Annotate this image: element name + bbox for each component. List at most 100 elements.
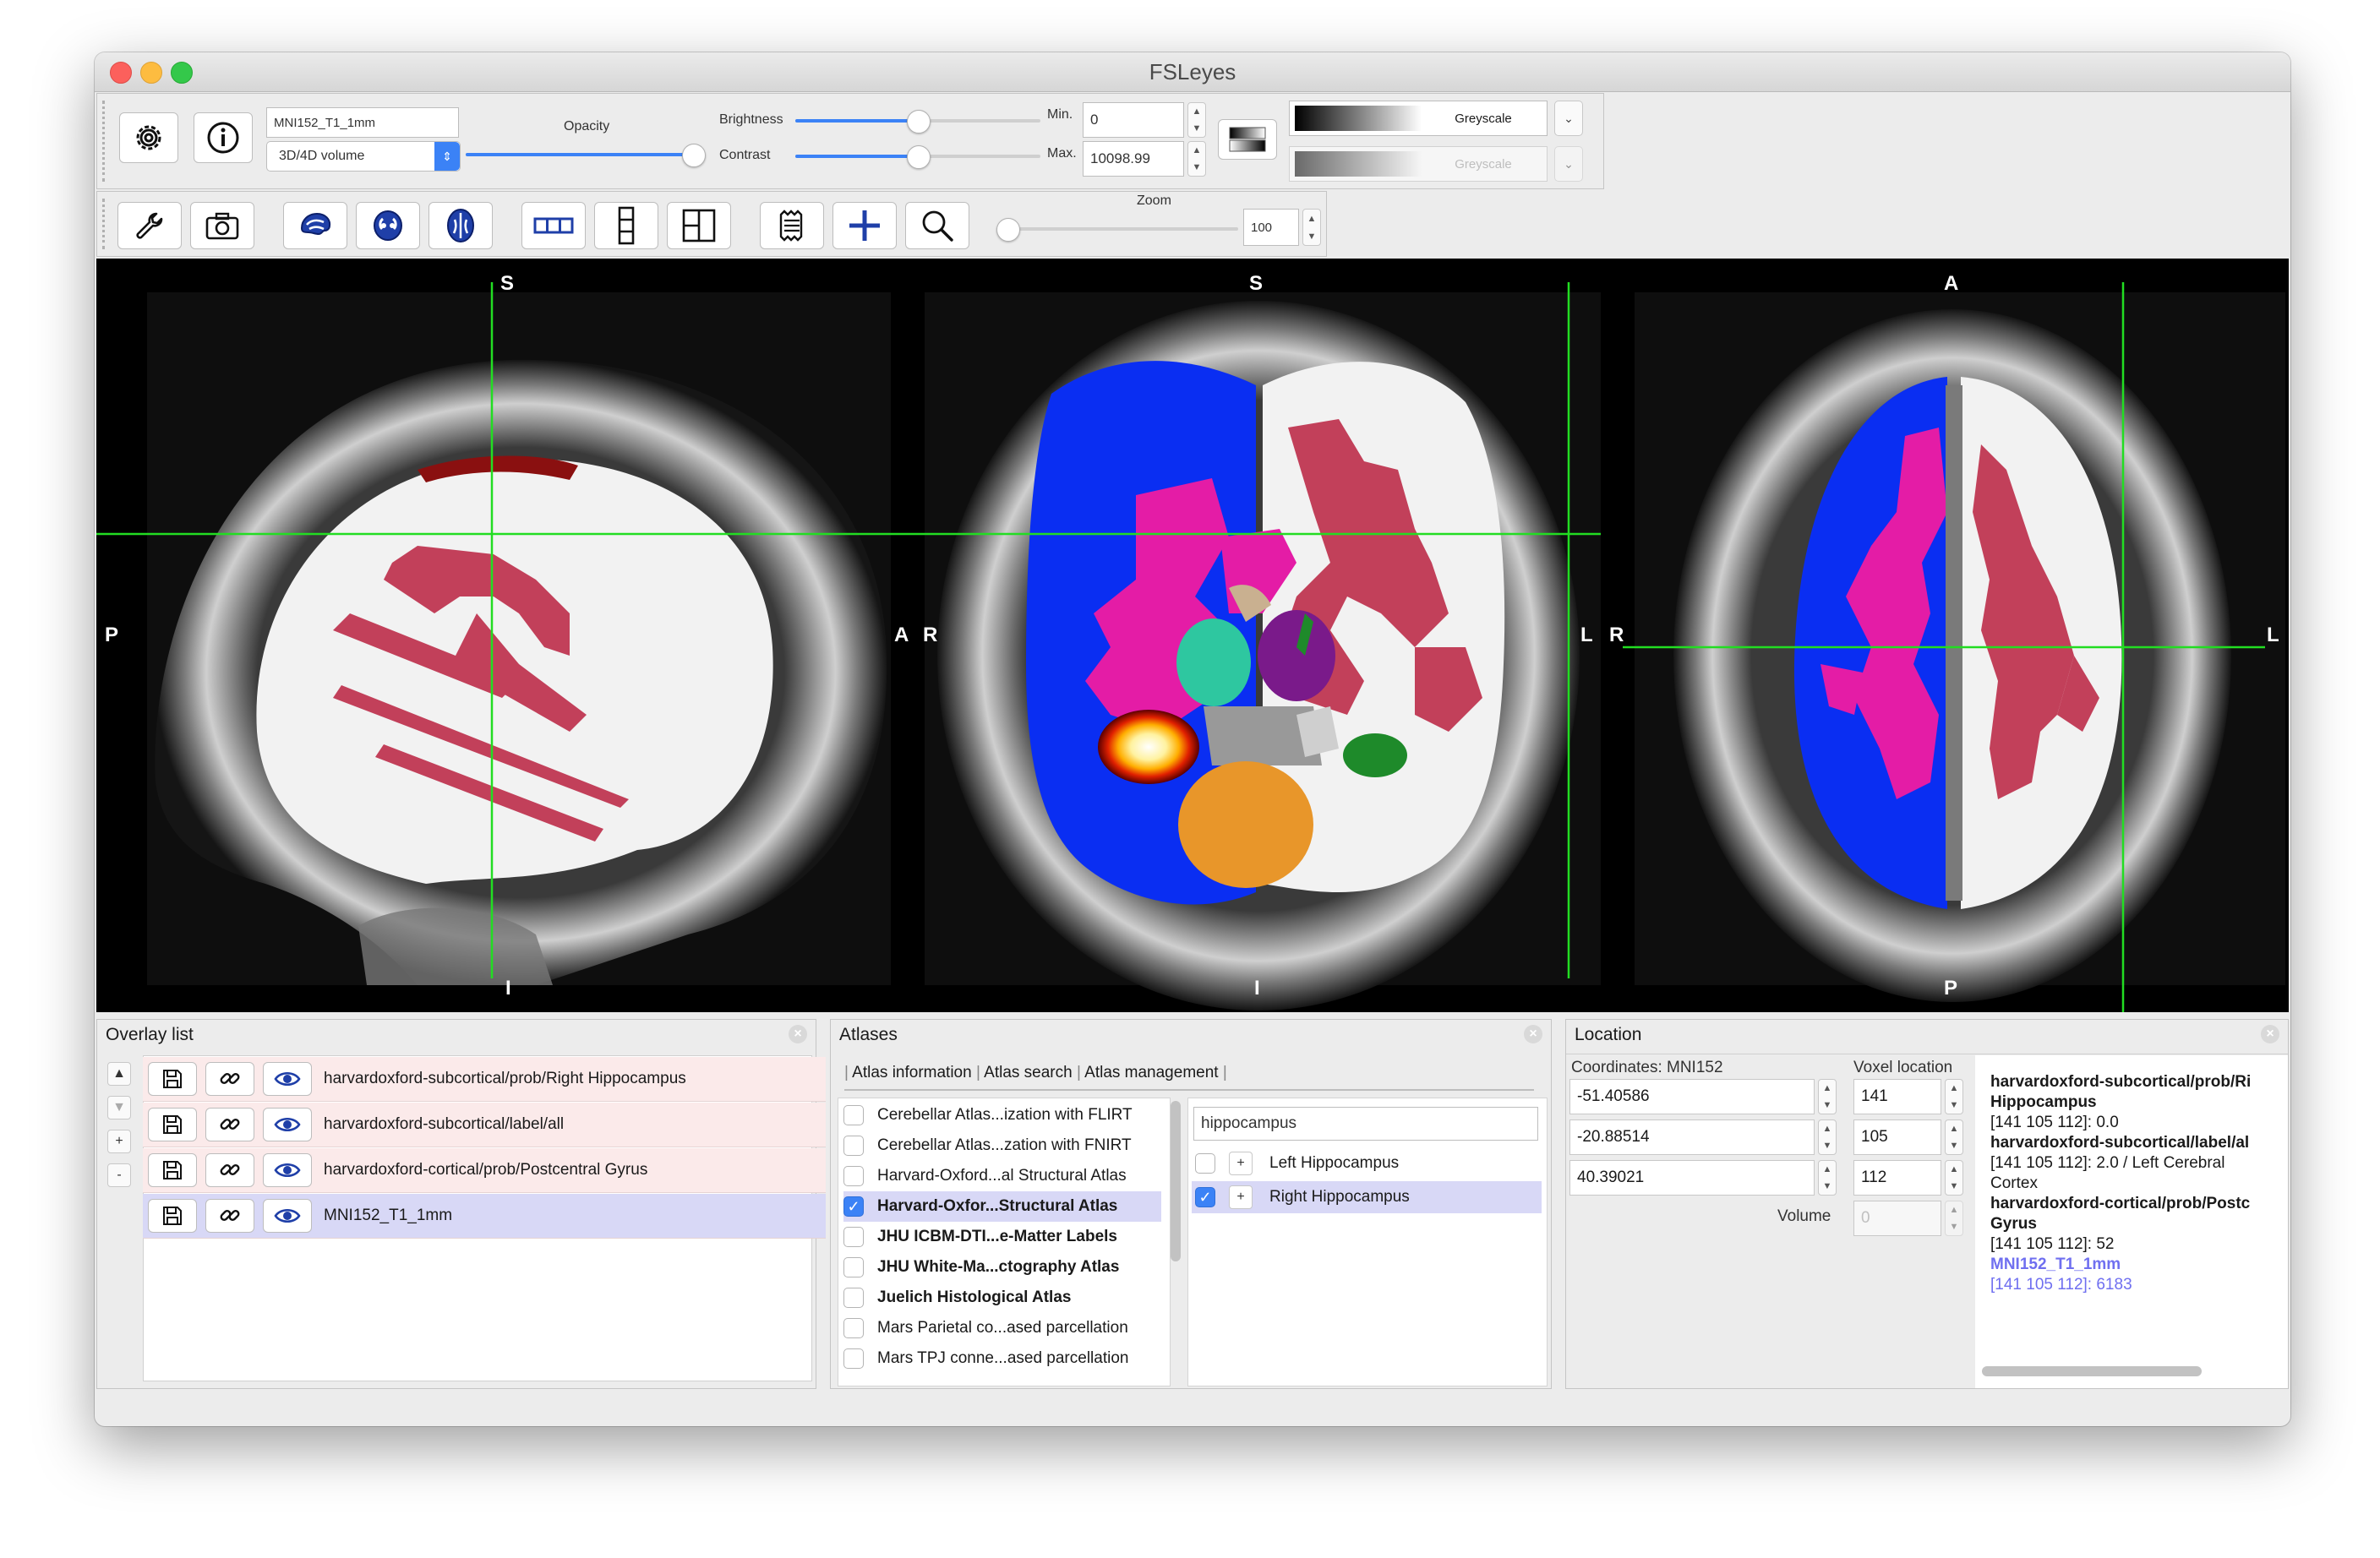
atlas-checkbox[interactable]	[843, 1105, 864, 1125]
zoom-button[interactable]	[905, 202, 969, 249]
close-icon[interactable]: ×	[789, 1025, 807, 1043]
tab-atlas-management[interactable]: Atlas management	[1084, 1064, 1218, 1081]
atlas-checkbox[interactable]: ✓	[843, 1196, 864, 1217]
zoom-slider-knob[interactable]	[996, 218, 1020, 242]
toolbar-grip[interactable]	[102, 101, 107, 182]
coordinate-z-stepper[interactable]: ▲ ▼	[1818, 1160, 1837, 1196]
grid-layout-button[interactable]	[667, 202, 731, 249]
region-search-input[interactable]: hippocampus	[1193, 1107, 1538, 1141]
save-overlay-button[interactable]	[148, 1062, 197, 1096]
ortho-canvas[interactable]	[96, 259, 2289, 1012]
toggle-visibility-button[interactable]	[263, 1062, 312, 1096]
link-overlay-button[interactable]	[205, 1062, 254, 1096]
region-checkbox[interactable]	[1195, 1153, 1215, 1174]
volume-field[interactable]: 0	[1853, 1201, 1941, 1236]
toggle-cursor-button[interactable]	[832, 202, 897, 249]
toggle-axial-button[interactable]	[429, 202, 493, 249]
horizontal-layout-button[interactable]	[521, 202, 586, 249]
overlay-list-item[interactable]: harvardoxford-subcortical/label/all	[143, 1103, 826, 1147]
view-settings-button[interactable]	[117, 202, 182, 249]
tab-atlas-search[interactable]: Atlas search	[984, 1064, 1073, 1081]
brightness-slider-knob[interactable]	[907, 110, 931, 133]
region-list-item[interactable]: + Left Hippocampus	[1192, 1147, 1542, 1179]
voxel-z-stepper[interactable]: ▲ ▼	[1945, 1160, 1963, 1196]
toggle-sagittal-button[interactable]	[283, 202, 347, 249]
vertical-layout-button[interactable]	[594, 202, 658, 249]
close-icon[interactable]: ×	[1524, 1025, 1542, 1043]
atlas-checkbox[interactable]	[843, 1288, 864, 1308]
voxel-z-field[interactable]: 112	[1853, 1160, 1941, 1196]
settings-button[interactable]	[119, 112, 178, 163]
link-overlay-button[interactable]	[205, 1108, 254, 1141]
atlas-checkbox[interactable]	[843, 1348, 864, 1369]
max-value-stepper[interactable]: ▲ ▼	[1187, 141, 1206, 177]
overlay-list-item[interactable]: harvardoxford-subcortical/prob/Right Hip…	[143, 1057, 826, 1102]
overlay-name-field[interactable]: MNI152_T1_1mm	[266, 107, 459, 138]
contrast-slider-knob[interactable]	[907, 145, 931, 169]
atlas-list-item[interactable]: JHU White-Ma...ctography Atlas	[843, 1252, 1161, 1283]
brightness-slider[interactable]	[795, 110, 1040, 133]
invert-colormap-button[interactable]	[1218, 119, 1277, 160]
voxel-y-stepper[interactable]: ▲ ▼	[1945, 1119, 1963, 1155]
screenshot-button[interactable]	[190, 202, 254, 249]
add-region-button[interactable]: +	[1229, 1152, 1253, 1175]
coordinate-x-field[interactable]: -51.40586	[1569, 1079, 1815, 1114]
opacity-slider[interactable]	[466, 144, 706, 167]
atlas-list-item[interactable]: Mars TPJ conne...ased parcellation	[843, 1343, 1161, 1374]
max-value-field[interactable]: 10098.99	[1083, 141, 1184, 177]
overlay-list-item[interactable]: harvardoxford-cortical/prob/Postcentral …	[143, 1148, 826, 1193]
coordinate-y-stepper[interactable]: ▲ ▼	[1818, 1119, 1837, 1155]
negative-colormap-dropdown-button[interactable]: ⌄	[1554, 146, 1583, 182]
min-value-field[interactable]: 0	[1083, 102, 1184, 138]
atlas-list-item[interactable]: Cerebellar Atlas...zation with FNIRT	[843, 1130, 1161, 1161]
coordinate-z-field[interactable]: 40.39021	[1569, 1160, 1815, 1196]
ortho-viewer[interactable]: S I P A S I R L A P R L	[96, 259, 2289, 1012]
info-button[interactable]	[194, 112, 253, 163]
overlay-list-item[interactable]: MNI152_T1_1mm	[143, 1194, 826, 1239]
zoom-value-stepper[interactable]: ▲ ▼	[1302, 209, 1321, 246]
toggle-visibility-button[interactable]	[263, 1108, 312, 1141]
zoom-slider[interactable]	[996, 218, 1238, 242]
coordinate-y-field[interactable]: -20.88514	[1569, 1119, 1815, 1155]
atlas-list-item[interactable]: Juelich Histological Atlas	[843, 1283, 1161, 1313]
voxel-y-field[interactable]: 105	[1853, 1119, 1941, 1155]
coordinate-x-stepper[interactable]: ▲ ▼	[1818, 1079, 1837, 1114]
atlas-checkbox[interactable]	[843, 1257, 864, 1277]
atlas-list-item[interactable]: JHU ICBM-DTI...e-Matter Labels	[843, 1222, 1161, 1252]
atlas-checkbox[interactable]	[843, 1227, 864, 1247]
voxel-x-stepper[interactable]: ▲ ▼	[1945, 1079, 1963, 1114]
atlas-checkbox[interactable]	[843, 1136, 864, 1156]
contrast-slider[interactable]	[795, 145, 1040, 169]
volume-type-select[interactable]: 3D/4D volume ⇕	[266, 141, 461, 172]
zoom-value-field[interactable]: 100	[1243, 209, 1299, 246]
info-horizontal-scrollbar[interactable]	[1982, 1366, 2202, 1376]
atlas-checkbox[interactable]	[843, 1166, 864, 1186]
colormap-select[interactable]: Greyscale	[1289, 101, 1548, 136]
sagittal-view[interactable]	[147, 292, 891, 985]
add-overlay-button[interactable]: +	[107, 1130, 131, 1153]
toggle-visibility-button[interactable]	[263, 1153, 312, 1187]
toggle-visibility-button[interactable]	[263, 1199, 312, 1233]
negative-colormap-select[interactable]: Greyscale	[1289, 146, 1548, 182]
add-region-button[interactable]: +	[1229, 1185, 1253, 1209]
link-overlay-button[interactable]	[205, 1199, 254, 1233]
save-overlay-button[interactable]	[148, 1199, 197, 1233]
region-checkbox[interactable]: ✓	[1195, 1187, 1215, 1207]
close-icon[interactable]: ×	[2261, 1025, 2279, 1043]
movie-mode-button[interactable]	[760, 202, 824, 249]
voxel-x-field[interactable]: 141	[1853, 1079, 1941, 1114]
coronal-view[interactable]	[925, 292, 1601, 1011]
atlas-checkbox[interactable]	[843, 1318, 864, 1338]
atlas-list-item[interactable]: Mars Parietal co...ased parcellation	[843, 1313, 1161, 1343]
region-list-item[interactable]: ✓ + Right Hippocampus	[1192, 1181, 1542, 1213]
volume-stepper[interactable]: ▲ ▼	[1945, 1201, 1963, 1236]
atlas-list-scrollbar[interactable]	[1171, 1101, 1181, 1261]
atlas-list-item[interactable]: Harvard-Oxford...al Structural Atlas	[843, 1161, 1161, 1191]
colormap-dropdown-button[interactable]: ⌄	[1554, 101, 1583, 136]
min-value-stepper[interactable]: ▲ ▼	[1187, 102, 1206, 138]
atlas-list-item[interactable]: Cerebellar Atlas...ization with FLIRT	[843, 1100, 1161, 1130]
save-overlay-button[interactable]	[148, 1108, 197, 1141]
atlas-list-item[interactable]: ✓ Harvard-Oxfor...Structural Atlas	[843, 1191, 1161, 1222]
toolbar-grip[interactable]	[102, 199, 107, 249]
move-overlay-down-button[interactable]: ▼	[107, 1096, 131, 1119]
